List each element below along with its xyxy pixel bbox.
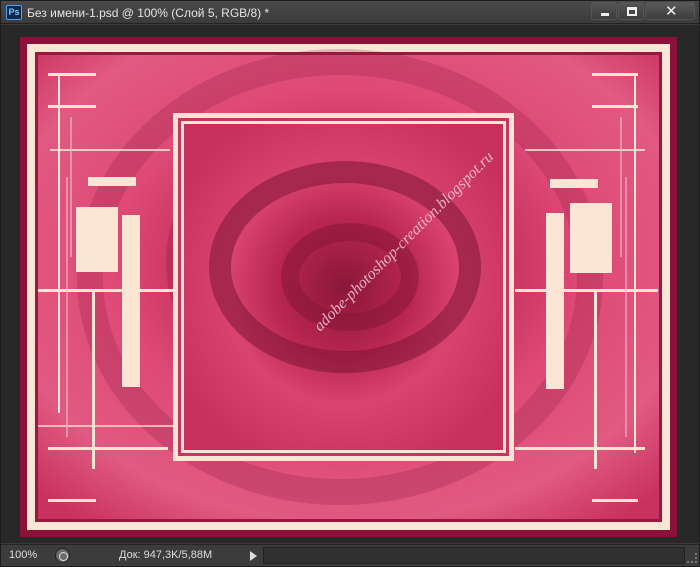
close-icon: ✕: [665, 3, 678, 20]
zoom-level[interactable]: 100%: [9, 549, 49, 561]
document-info: Док: 947,3K/5,88M: [119, 549, 213, 561]
minimize-icon: [601, 13, 609, 16]
status-info-icon[interactable]: [55, 548, 70, 563]
title-bar[interactable]: Ps Без имени-1.psd @ 100% (Слой 5, RGB/8…: [1, 1, 699, 24]
minimize-button[interactable]: [591, 2, 617, 20]
window-title: Без имени-1.psd @ 100% (Слой 5, RGB/8) *: [27, 6, 270, 20]
maximize-icon: [627, 7, 637, 16]
photoshop-logo-icon: Ps: [6, 5, 22, 20]
document-window: Ps Без имени-1.psd @ 100% (Слой 5, RGB/8…: [0, 0, 700, 567]
resize-grip-icon[interactable]: [687, 553, 697, 563]
close-button[interactable]: ✕: [645, 2, 695, 20]
status-menu-arrow-icon[interactable]: [247, 548, 259, 563]
status-bar: 100% Док: 947,3K/5,88M: [1, 544, 699, 566]
canvas-area[interactable]: adobe-photoshop-creation.blogspot.ru: [1, 25, 699, 543]
maximize-button[interactable]: [618, 2, 644, 20]
horizontal-scrollbar[interactable]: [263, 547, 685, 564]
document-canvas[interactable]: adobe-photoshop-creation.blogspot.ru: [20, 37, 677, 537]
